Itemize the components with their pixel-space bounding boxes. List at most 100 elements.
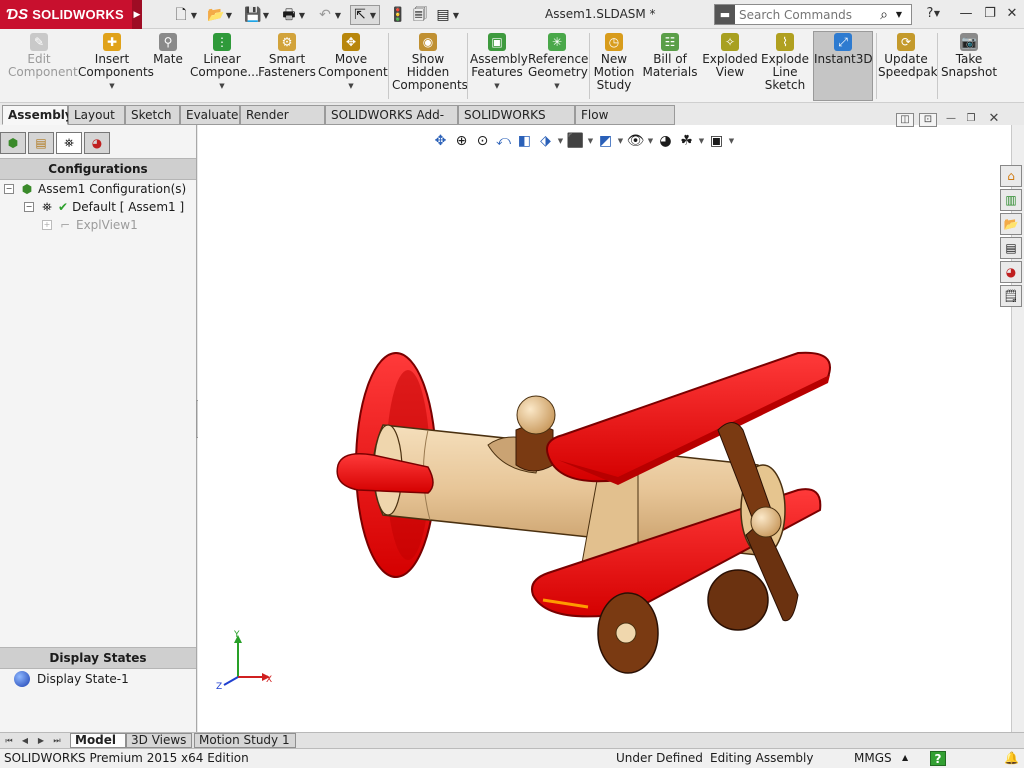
options-icon[interactable]: ▤ [434,6,452,24]
file-properties-group[interactable]: 🗐 [411,5,429,25]
edit-appearance-icon[interactable]: ◕ [655,131,676,151]
hide-show-items-icon[interactable]: 👁 [625,131,646,151]
unit-system-button[interactable]: MMGS [854,749,892,767]
feature-manager-tab-icon[interactable]: ⬢ [0,132,26,154]
help-status-icon[interactable]: ? [930,751,946,766]
chevron-up-icon[interactable]: ▲ [902,749,908,767]
minimize-icon[interactable]: — [956,5,976,23]
tab-evaluate[interactable]: Evaluate [180,105,240,125]
tab-flow-simulation[interactable]: Flow Simulation [575,105,675,140]
viewport-restore-icon[interactable]: ❐ [962,113,980,127]
propeller-hub[interactable] [750,506,782,538]
save-group[interactable]: 💾 ▼ [244,5,270,25]
tab-solidworks-add-ins[interactable]: SOLIDWORKS Add-Ins [325,105,458,140]
design-library-icon[interactable]: ▥ [1000,189,1022,211]
show-hidden-components-button[interactable]: ◉ Show Hidden Components [392,33,468,92]
custom-properties-icon[interactable]: 🗒 [1000,285,1022,307]
next-tab-icon[interactable]: ▶ [34,734,48,748]
select-arrow-icon[interactable]: ⇱ [351,6,369,24]
linear-pattern-button[interactable]: ⋮ Linear Compone... ▼ [190,33,259,93]
assembly-features-button[interactable]: ▣ Assembly Features ▼ [470,33,528,93]
take-snapshot-button[interactable]: 📷 Take Snapshot [940,33,998,79]
save-icon[interactable]: 💾 [244,6,262,24]
tree-item-assembly-configurations[interactable]: − ⬢ Assem1 Configuration(s) [4,180,186,198]
chevron-down-icon[interactable]: ▼ [225,11,233,20]
chevron-down-icon[interactable]: ▼ [369,11,377,20]
chevron-down-icon[interactable]: ▼ [586,137,595,145]
tab-3d-views[interactable]: 3D Views [126,733,192,748]
previous-tab-icon[interactable]: ◀ [18,734,32,748]
zoom-to-fit-icon[interactable]: ⊕ [451,131,472,151]
file-properties-icon[interactable]: 🗐 [411,6,429,24]
view-settings-icon[interactable]: ▣ [706,131,727,151]
chevron-down-icon[interactable]: ▼ [528,80,586,93]
chevron-down-icon[interactable]: ▼ [262,11,270,20]
undo-icon[interactable]: ↶ [316,6,334,24]
toy-airplane-model[interactable]: Y X Z [198,125,1011,732]
search-scope-icon[interactable]: ▬ [715,5,735,24]
first-tab-icon[interactable]: ⏮ [2,734,16,748]
collapse-toggle-icon[interactable]: − [4,184,14,194]
open-group[interactable]: 📂 ▼ [207,5,233,25]
move-component-button[interactable]: ✥ Move Component ▼ [318,33,388,93]
chevron-down-icon[interactable]: ▼ [190,11,198,20]
chevron-down-icon[interactable]: ▼ [334,11,342,20]
section-view-icon[interactable]: ◧ [514,131,535,151]
rebuild-traffic-light-icon[interactable]: 🚦 [389,6,407,24]
bill-of-materials-button[interactable]: ☷ Bill of Materials [640,33,700,79]
previous-view-icon[interactable]: ⤺ [493,131,514,151]
print-group[interactable]: 🖶 ▼ [280,5,306,25]
chevron-down-icon[interactable]: ▼ [893,10,905,19]
tab-layout[interactable]: Layout [68,105,125,125]
open-folder-icon[interactable]: 📂 [207,6,225,24]
select-group[interactable]: ⇱ ▼ [350,5,380,25]
chevron-down-icon[interactable]: ▼ [556,137,565,145]
options-group[interactable]: ▤ ▼ [434,5,460,25]
last-tab-icon[interactable]: ⏭ [50,734,64,748]
tab-model[interactable]: Model [70,733,126,748]
view-orientation-icon[interactable]: ⬛ [565,131,586,151]
chevron-down-icon[interactable]: ▼ [470,80,524,93]
search-input[interactable] [735,7,875,22]
instant3d-button[interactable]: ⤢ Instant3D [814,33,873,66]
solidworks-logo[interactable]: ƊS SOLIDWORKS [0,0,132,29]
chevron-down-icon[interactable]: ▼ [318,80,384,93]
tree-item-default-config[interactable]: − ⛯ ✔ Default [ Assem1 ] [24,198,184,216]
search-icon[interactable]: ⌕ [875,7,893,23]
solidworks-resources-icon[interactable]: ⌂ [1000,165,1022,187]
expand-toggle-icon[interactable]: + [42,220,52,230]
smart-fasteners-button[interactable]: ⚙ Smart Fasteners [258,33,316,79]
chevron-down-icon[interactable]: ▼ [452,11,460,20]
rebuild-group[interactable]: 🚦 [389,5,407,25]
reference-geometry-button[interactable]: ✳ Reference Geometry ▼ [528,33,588,93]
pan-icon[interactable]: ✥ [430,131,451,151]
exploded-view-button[interactable]: ✧ Exploded View [702,33,758,79]
property-manager-tab-icon[interactable]: ▤ [28,132,54,154]
apply-scene-icon[interactable]: ☘ [676,131,697,151]
new-motion-study-button[interactable]: ◷ New Motion Study [592,33,636,92]
file-explorer-icon[interactable]: 📂 [1000,213,1022,235]
view-palette-icon[interactable]: ▤ [1000,237,1022,259]
wheel-back[interactable] [707,569,769,631]
display-manager-tab-icon[interactable]: ◕ [84,132,110,154]
configuration-manager-tab-icon[interactable]: ⛯ [56,132,82,154]
viewport-link-icon[interactable]: ⊡ [919,113,937,127]
display-state-item[interactable]: Display State-1 [14,670,129,688]
chevron-down-icon[interactable]: ▼ [646,137,655,145]
viewport-close-icon[interactable]: ✕ [985,112,1003,127]
mate-button[interactable]: ⚲ Mate [152,33,184,66]
pilot-head[interactable] [516,395,556,435]
chevron-down-icon[interactable]: ▼ [616,137,625,145]
tab-motion-study-1[interactable]: Motion Study 1 [194,733,296,748]
notification-icon[interactable]: 🔔 [1004,749,1019,767]
print-icon[interactable]: 🖶 [280,6,298,24]
appearances-scenes-icon[interactable]: ◕ [1000,261,1022,283]
tab-assembly[interactable]: Assembly [2,105,73,125]
viewport-split-icon[interactable]: ◫ [896,113,914,127]
chevron-down-icon[interactable]: ▼ [298,11,306,20]
viewport-minimize-icon[interactable]: — [942,113,960,127]
dynamic-annotation-icon[interactable]: ⬗ [535,131,556,151]
display-style-icon[interactable]: ◩ [595,131,616,151]
tab-render-tools[interactable]: Render Tools [240,105,325,140]
zoom-to-area-icon[interactable]: ⊙ [472,131,493,151]
